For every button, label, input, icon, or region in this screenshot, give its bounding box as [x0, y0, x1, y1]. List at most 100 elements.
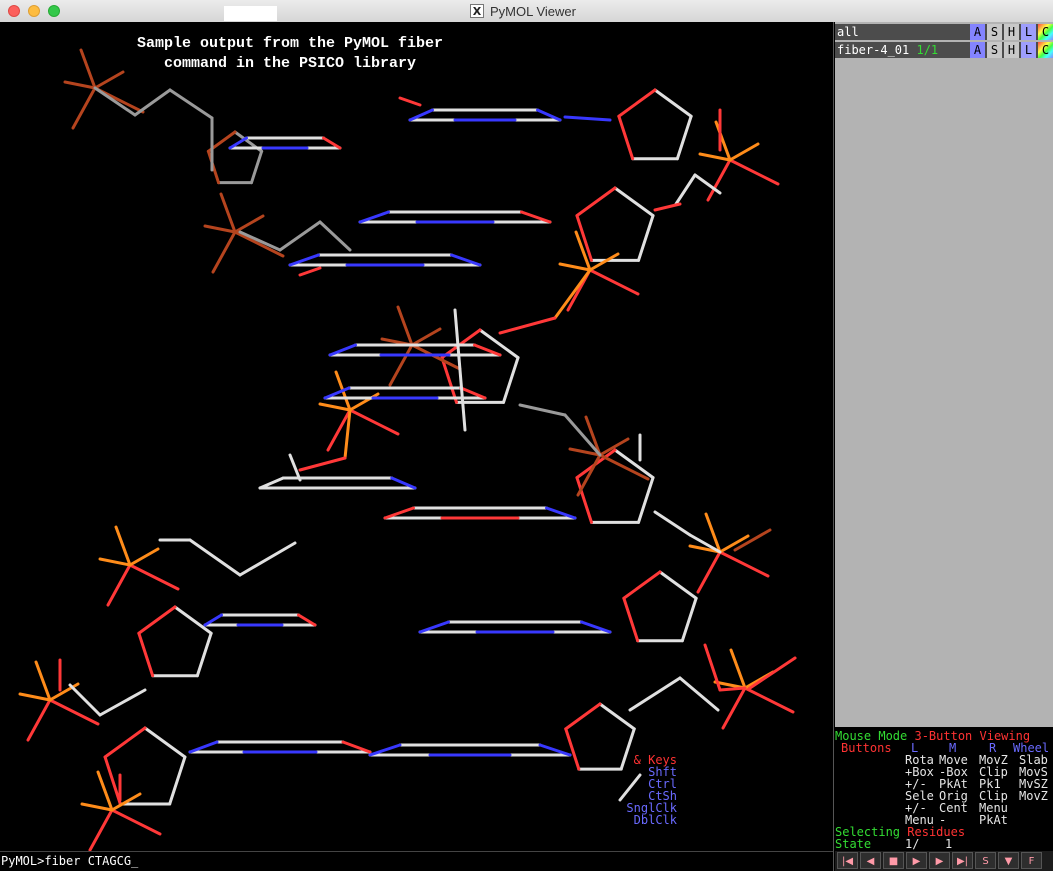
- show-button[interactable]: S: [987, 24, 1002, 40]
- menu-triangle-button[interactable]: ▼: [998, 852, 1019, 869]
- bond-stick: [558, 262, 592, 272]
- bond-stick: [575, 186, 617, 218]
- bond-stick: [348, 408, 400, 436]
- bond-stick: [133, 88, 172, 117]
- bond-stick: [563, 115, 612, 122]
- bond-stick: [114, 525, 132, 567]
- bond-stick: [653, 510, 692, 537]
- x11-app-icon: X: [470, 4, 484, 18]
- binding-action: MovZ: [1019, 789, 1048, 803]
- bond-stick: [553, 268, 592, 320]
- bond-stick: [168, 755, 187, 806]
- label-button[interactable]: L: [1021, 24, 1036, 40]
- binding-modifier: DblClk: [633, 813, 677, 827]
- bond-stick: [71, 86, 97, 130]
- bond-stick: [348, 392, 380, 412]
- bond-stick: [598, 437, 630, 457]
- color-button[interactable]: C: [1038, 42, 1053, 58]
- bond-stick: [743, 686, 795, 714]
- bond-stick: [34, 660, 52, 702]
- header-buttons: Buttons: [841, 741, 892, 755]
- back-button[interactable]: ◀: [860, 852, 881, 869]
- action-button[interactable]: A: [970, 24, 985, 40]
- zoom-window-button[interactable]: [48, 5, 60, 17]
- bond-stick: [696, 550, 722, 594]
- forward-button[interactable]: ▶: [929, 852, 950, 869]
- bond-stick: [658, 570, 698, 600]
- bond-stick: [718, 550, 770, 578]
- bond-stick: [678, 676, 720, 712]
- object-buttons: A S H L C: [968, 42, 1053, 58]
- object-name[interactable]: all: [837, 24, 859, 40]
- bond-stick: [498, 316, 557, 335]
- hide-button[interactable]: H: [1004, 24, 1019, 40]
- bond-stick: [628, 676, 682, 712]
- bond-stick: [233, 214, 265, 234]
- object-name-text: fiber-4_01: [837, 43, 910, 57]
- mouse-mode-panel[interactable]: Mouse Mode 3-Button Viewing Buttons L M R Wh…: [626, 727, 1053, 851]
- bond-stick: [173, 605, 213, 635]
- bond-stick: [588, 252, 620, 272]
- bond-stick: [729, 648, 747, 690]
- bond-stick: [674, 173, 697, 206]
- state-current: 1/: [905, 837, 920, 851]
- bond-stick: [564, 702, 602, 731]
- bond-stick: [249, 149, 264, 185]
- bond-stick: [714, 120, 732, 162]
- bond-stick: [748, 656, 797, 690]
- bond-stick: [618, 773, 642, 802]
- bond-stick: [728, 142, 760, 162]
- bond-stick: [680, 596, 698, 643]
- bond-stick: [598, 702, 636, 731]
- scene-button[interactable]: S: [975, 852, 996, 869]
- bond-stick: [721, 686, 747, 730]
- bond-stick: [106, 563, 132, 607]
- label-button[interactable]: L: [1021, 42, 1036, 58]
- molecular-viewport[interactable]: Sample output from the PyMOL fiber comma…: [0, 22, 833, 851]
- fullscreen-button[interactable]: F: [1021, 852, 1042, 869]
- bond-stick: [137, 631, 155, 678]
- bond-stick: [622, 596, 640, 643]
- object-row-fiber[interactable]: fiber-4_01 1/1 A S H L C: [835, 42, 1053, 58]
- bond-stick: [93, 86, 137, 117]
- bond-stick: [238, 230, 282, 252]
- state-total: 1: [945, 837, 953, 851]
- command-line[interactable]: PyMOL>fiber CTAGCG_: [0, 851, 833, 871]
- bond-stick: [622, 570, 662, 600]
- bond-stick: [502, 356, 520, 404]
- bond-stick: [298, 456, 347, 472]
- viewport-caption: Sample output from the PyMOL fiber comma…: [136, 35, 444, 72]
- command-input[interactable]: fiber CTAGCG_: [44, 854, 138, 868]
- end-button[interactable]: ▶|: [952, 852, 973, 869]
- hide-button[interactable]: H: [1004, 42, 1019, 58]
- bond-stick: [98, 557, 132, 567]
- bond-stick: [48, 682, 80, 702]
- bond-stick: [219, 192, 237, 234]
- bond-stick: [617, 114, 635, 161]
- bond-stick: [396, 305, 414, 347]
- bond-stick: [63, 80, 97, 90]
- object-row-all[interactable]: all A S H L C: [835, 24, 1053, 40]
- close-window-button[interactable]: [8, 5, 20, 17]
- bond-stick: [653, 88, 693, 118]
- bond-stick: [103, 726, 147, 759]
- object-name[interactable]: fiber-4_01 1/1: [837, 42, 938, 58]
- object-state: 1/1: [916, 43, 939, 57]
- bond-stick: [96, 770, 114, 812]
- rewind-button[interactable]: |◀: [837, 852, 858, 869]
- bond-stick: [238, 541, 297, 577]
- bond-stick: [617, 88, 657, 118]
- play-button[interactable]: ▶: [906, 852, 927, 869]
- stop-button[interactable]: ■: [883, 852, 904, 869]
- bond-stick: [18, 692, 52, 702]
- bond-stick: [203, 224, 237, 234]
- minimize-window-button[interactable]: [28, 5, 40, 17]
- bond-stick: [388, 343, 414, 387]
- bond-stick: [26, 698, 52, 742]
- color-button[interactable]: C: [1038, 24, 1053, 40]
- bond-stick: [211, 230, 237, 274]
- bond-stick: [143, 726, 187, 759]
- show-button[interactable]: S: [987, 42, 1002, 58]
- action-button[interactable]: A: [970, 42, 985, 58]
- window-title: PyMOL Viewer: [490, 3, 576, 19]
